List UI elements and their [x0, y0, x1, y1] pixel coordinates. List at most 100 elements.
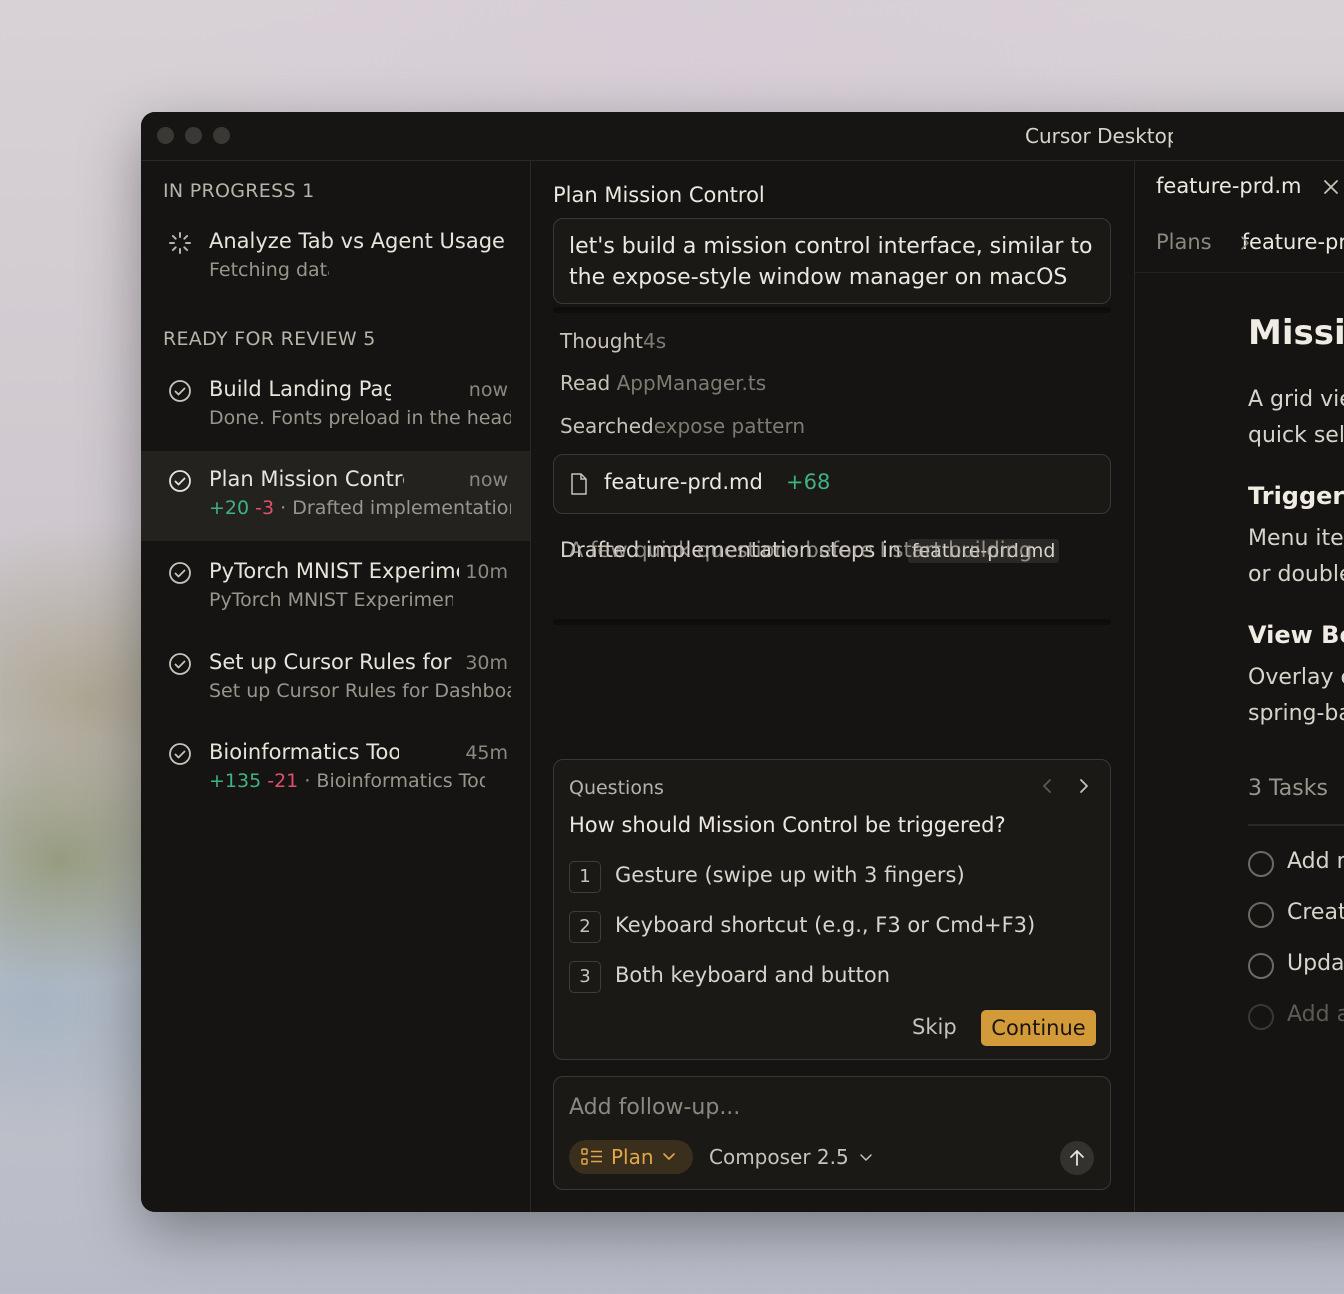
lines-removed: -21	[267, 770, 299, 792]
chevron-down-icon	[860, 1154, 872, 1161]
followup-composer[interactable]: Add follow-up... Plan Composer 2.5	[553, 1076, 1111, 1190]
question-option-2[interactable]: 2 Keyboard shortcut (e.g., F3 or Cmd+F3)	[569, 911, 1089, 945]
chat-title: Plan Mission Control	[553, 183, 765, 207]
doc-intro-line: quick select	[1248, 423, 1344, 448]
breadcrumb-file[interactable]: feature-prd.md	[1242, 230, 1344, 254]
agents-sidebar: IN PROGRESS 1 Analyze Tab vs Agent Usage…	[141, 161, 531, 1212]
section-divider	[553, 619, 1111, 625]
loading-spinner-icon	[169, 232, 191, 254]
breadcrumb: Plans feature-prd.md	[1156, 230, 1344, 254]
file-lines-added: +68	[786, 470, 831, 494]
task-item-build-landing[interactable]: Build Landing Page now Done. Fonts prelo…	[141, 361, 530, 451]
step-read[interactable]: Read AppManager.ts	[560, 371, 766, 395]
task-title: Plan Mission Control	[209, 467, 404, 491]
task-item-bioinformatics[interactable]: Bioinformatics Tools 45m +135 -21 · Bioi…	[141, 724, 530, 814]
zoom-window-button[interactable]	[213, 127, 230, 144]
task-time: now	[468, 469, 508, 491]
close-icon[interactable]	[1321, 177, 1341, 197]
separator-dot: ·	[280, 497, 287, 519]
mode-selector[interactable]: Plan	[569, 1140, 693, 1174]
doc-trigger-line: Menu item	[1248, 526, 1344, 551]
continue-button[interactable]: Continue	[981, 1010, 1096, 1046]
window-title: Cursor Desktop	[1025, 124, 1173, 148]
check-circle-icon	[169, 743, 191, 765]
separator-dot: ·	[304, 770, 311, 792]
chevron-down-icon	[663, 1153, 675, 1160]
model-label: Composer 2.5	[709, 1145, 849, 1169]
tab-feature-prd[interactable]: feature-prd.md	[1156, 174, 1302, 198]
task-subtitle-row: +20 -3 · Drafted implementation	[209, 497, 511, 519]
step-label: Read	[560, 371, 611, 395]
task-title: PyTorch MNIST Experiment	[209, 559, 459, 583]
doc-title: Mission Control	[1248, 313, 1344, 353]
task-title: Analyze Tab vs Agent Usage P	[209, 229, 511, 253]
task-item-pytorch[interactable]: PyTorch MNIST Experiment 10m PyTorch MNI…	[141, 543, 530, 633]
file-card[interactable]: feature-prd.md +68	[553, 454, 1111, 514]
option-number: 1	[569, 861, 601, 893]
ready-for-review-heading: READY FOR REVIEW 5	[163, 328, 376, 350]
option-label: Keyboard shortcut (e.g., F3 or Cmd+F3)	[615, 913, 1036, 937]
check-circle-icon	[169, 562, 191, 584]
check-circle-icon	[169, 653, 191, 675]
chevron-right-icon[interactable]	[1073, 776, 1093, 796]
check-circle-icon	[169, 380, 191, 402]
todo-label: Create	[1287, 900, 1344, 925]
task-subtitle: Set up Cursor Rules for Dashboard	[209, 680, 511, 702]
step-detail: AppManager.ts	[616, 371, 767, 395]
question-option-3[interactable]: 3 Both keyboard and button	[569, 961, 1089, 995]
question-text: How should Mission Control be triggered?	[569, 813, 1006, 837]
task-item-plan-mission[interactable]: Plan Mission Control now +20 -3 · Drafte…	[141, 451, 530, 541]
skip-button[interactable]: Skip	[912, 1015, 957, 1039]
followup-input[interactable]: Add follow-up...	[569, 1095, 740, 1120]
task-item-analyze[interactable]: Analyze Tab vs Agent Usage P Fetching da…	[141, 213, 530, 303]
option-label: Gesture (swipe up with 3 fingers)	[615, 863, 965, 887]
todo-checkbox[interactable]	[1248, 1004, 1274, 1030]
task-title: Bioinformatics Tools	[209, 740, 399, 764]
todo-label: Add menu	[1287, 849, 1344, 874]
file-name: feature-prd.md	[604, 470, 763, 494]
plan-list-icon	[581, 1148, 602, 1165]
section-divider	[553, 307, 1111, 313]
task-subtitle: Done. Fonts preload in the head,	[209, 407, 511, 429]
todo-checkbox[interactable]	[1248, 851, 1274, 877]
lines-removed: -3	[255, 497, 275, 519]
chat-pane: Plan Mission Control let's build a missi…	[531, 161, 1135, 1212]
step-thought[interactable]: Thought4s	[560, 329, 666, 353]
document-pane: feature-prd.md Plans feature-prd.md Missi…	[1135, 161, 1344, 1212]
mode-label: Plan	[611, 1145, 654, 1169]
tasks-divider	[1248, 824, 1344, 826]
close-window-button[interactable]	[157, 127, 174, 144]
task-time: 30m	[465, 652, 508, 674]
tasks-heading: 3 Tasks	[1248, 776, 1328, 801]
lines-added: +20	[209, 497, 250, 519]
chevron-left-icon[interactable]	[1038, 776, 1058, 796]
task-title: Set up Cursor Rules for Dashboard	[209, 650, 459, 674]
doc-heading-trigger: Trigger	[1248, 482, 1344, 510]
option-label: Both keyboard and button	[615, 963, 890, 987]
model-selector[interactable]: Composer 2.5	[709, 1145, 873, 1169]
step-detail: expose pattern	[653, 414, 806, 438]
check-circle-icon	[169, 470, 191, 492]
doc-view-line: Overlay e	[1248, 665, 1344, 690]
task-subtitle-row: +135 -21 · Bioinformatics Tools	[209, 770, 485, 792]
breadcrumb-plans[interactable]: Plans	[1156, 230, 1212, 254]
app-window: Cursor Desktop IN PROGRESS 1 Analyze Tab…	[141, 112, 1344, 1212]
question-option-1[interactable]: 1 Gesture (swipe up with 3 fingers)	[569, 861, 1089, 895]
todo-checkbox[interactable]	[1248, 953, 1274, 979]
minimize-window-button[interactable]	[185, 127, 202, 144]
todo-checkbox[interactable]	[1248, 902, 1274, 928]
title-bar: Cursor Desktop	[141, 112, 1344, 161]
task-subtitle: Fetching data	[209, 259, 329, 281]
doc-view-line: spring-ba	[1248, 701, 1344, 726]
send-button[interactable]	[1060, 1141, 1094, 1175]
step-detail: 4s	[643, 329, 667, 353]
task-subtitle: Drafted implementation	[292, 497, 511, 519]
questions-label: Questions	[569, 777, 664, 799]
task-item-cursor-rules[interactable]: Set up Cursor Rules for Dashboard 30m Se…	[141, 634, 530, 724]
todo-label: Update	[1287, 951, 1344, 976]
option-number: 3	[569, 961, 601, 993]
file-icon	[571, 473, 587, 495]
task-time: 10m	[465, 561, 508, 583]
step-searched[interactable]: Searchedexpose pattern	[560, 414, 805, 438]
status-line-b: A few quick questions before I start bui…	[569, 538, 1033, 562]
